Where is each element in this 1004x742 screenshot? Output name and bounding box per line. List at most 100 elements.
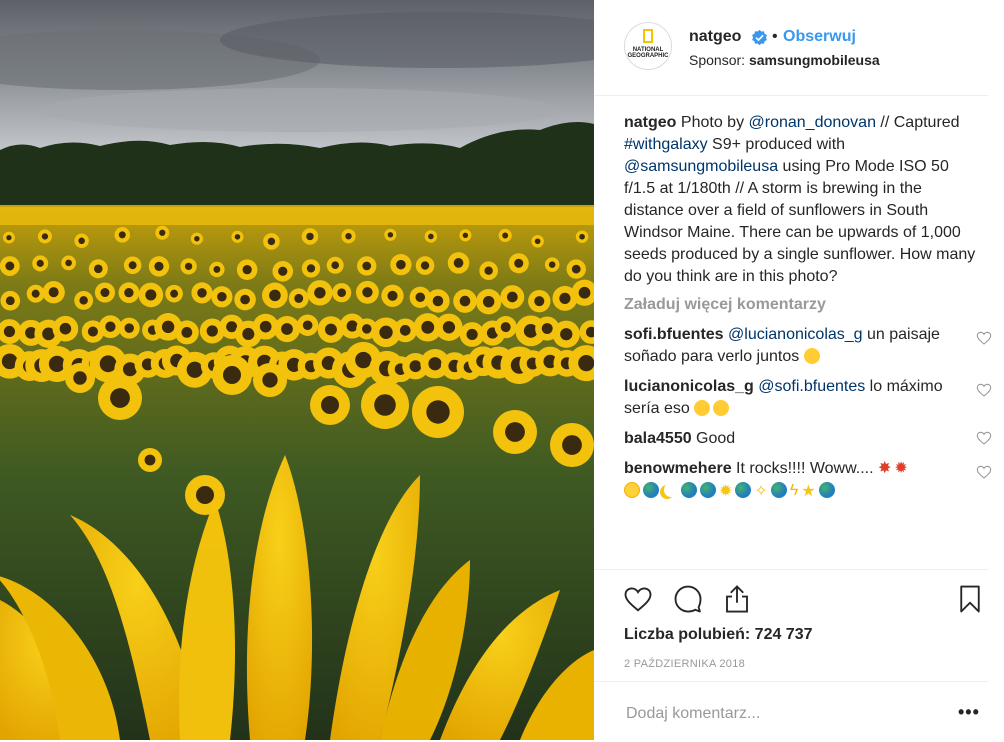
sun-emoji-icon	[624, 482, 640, 498]
sunflower-head	[508, 253, 529, 274]
lightning-emoji-icon: ϟ	[789, 482, 799, 499]
share-icon[interactable]	[722, 584, 752, 614]
separator-dot: •	[772, 28, 778, 45]
mention-link[interactable]: @ronan_donovan	[749, 114, 876, 131]
mention-link[interactable]: @lucianonicolas_g	[728, 326, 863, 343]
sunflower-head	[61, 255, 76, 271]
bookmark-icon[interactable]	[955, 584, 985, 614]
sunflower-head	[500, 285, 525, 309]
sunflower-head	[361, 381, 409, 429]
avatar[interactable]: NATIONAL GEOGRAPHIC	[624, 22, 672, 70]
mention-link[interactable]: @samsungmobileusa	[624, 158, 778, 175]
instagram-post: NATIONAL GEOGRAPHIC natgeo • Obserwuj Sp…	[0, 0, 1004, 740]
sunflower-head	[26, 284, 45, 303]
sunflower-head	[301, 259, 321, 278]
avatar-logo-text: NATIONAL GEOGRAPHIC	[627, 47, 669, 59]
sunflower-head	[52, 315, 79, 342]
sunflower-head	[341, 229, 356, 244]
ufo-emoji-icon	[818, 482, 835, 498]
comment-row: bala4550 Good	[624, 428, 992, 450]
sunflower-head	[65, 363, 95, 393]
sunflower-head	[118, 317, 140, 339]
globe-emoji-icon	[681, 482, 697, 498]
sunflower-head	[191, 282, 213, 304]
sunflower-head	[272, 260, 294, 282]
globe-emoji-icon	[735, 482, 752, 498]
sunflower-head	[355, 280, 379, 304]
sunflower-head	[98, 376, 142, 420]
sunflower-head	[0, 256, 20, 276]
sunflower-head	[88, 259, 108, 279]
sunflower-head	[273, 315, 301, 343]
sunflower-head	[415, 256, 435, 275]
small-heart-icon[interactable]	[976, 382, 992, 398]
sunflower-head	[263, 233, 280, 250]
sponsor-line: Sponsor: samsungmobileusa	[689, 52, 880, 68]
sunflower-head	[253, 363, 287, 397]
collision-emoji-icon: ✹	[894, 460, 908, 477]
sunflower-head	[531, 234, 544, 248]
comment-icon[interactable]	[673, 584, 703, 614]
author-username[interactable]: natgeo	[689, 28, 741, 46]
follow-button[interactable]: Obserwuj	[783, 28, 856, 46]
sunflower-head	[211, 286, 233, 308]
comment-text: It rocks!!!! Woww....	[731, 460, 874, 477]
sunflower-head	[123, 256, 142, 275]
sunflower-head	[231, 230, 244, 243]
sunflower-head	[174, 320, 199, 345]
sunflower-head	[209, 261, 225, 278]
sunflower-head	[74, 233, 89, 249]
sunflower-head	[2, 231, 15, 244]
sunflower-head	[544, 257, 560, 272]
sunflower-head	[42, 281, 65, 304]
sponsor-name-link[interactable]: samsungmobileusa	[749, 52, 880, 68]
hashtag-link[interactable]: #withgalaxy	[624, 136, 708, 153]
sunflower-head	[288, 288, 309, 309]
sunflower-head	[262, 282, 288, 309]
sunflower-head	[447, 252, 470, 274]
heart-icon[interactable]	[623, 584, 653, 614]
comment-row: lucianonicolas_g @sofi.bfuentes lo máxim…	[624, 376, 992, 420]
caption-text-2: // Captured	[875, 114, 960, 131]
post-side-panel: NATIONAL GEOGRAPHIC natgeo • Obserwuj Sp…	[594, 0, 1004, 740]
sunflower-head	[296, 314, 319, 336]
comment-text: Good	[691, 430, 736, 447]
sponsor-label: Sponsor:	[689, 52, 746, 68]
sunflower-head	[37, 229, 52, 244]
sunflower-head	[234, 288, 256, 311]
small-heart-icon[interactable]	[976, 430, 992, 446]
sunflower-head	[310, 385, 350, 425]
natgeo-logo-icon	[643, 29, 653, 43]
more-options-button[interactable]: •••	[958, 702, 980, 723]
moon-emoji-icon	[662, 482, 678, 498]
add-comment-input[interactable]	[624, 704, 928, 724]
sunflower-head	[498, 228, 512, 243]
likes-count[interactable]: Liczba polubień: 724 737	[624, 626, 813, 644]
globe-emoji-icon	[643, 482, 659, 498]
caption-text-4: using Pro Mode ISO 50 f/1.5 at 1/180th /…	[624, 158, 976, 285]
sunflower-head	[94, 282, 115, 303]
sunflower-head	[180, 258, 197, 275]
comment-username[interactable]: benowmehere	[624, 460, 732, 477]
small-heart-icon[interactable]	[976, 330, 992, 346]
sunflower-head	[384, 228, 397, 241]
comment-username[interactable]: lucianonicolas_g	[624, 378, 754, 395]
post-photo[interactable]	[0, 0, 594, 740]
sunflower-head	[479, 261, 498, 281]
sunflower-head	[575, 230, 589, 243]
sunflower-head	[138, 282, 164, 308]
load-more-comments-button[interactable]: Załaduj więcej komentarzy	[624, 294, 980, 316]
sunflower-head	[0, 290, 21, 311]
comment-username[interactable]: bala4550	[624, 430, 692, 447]
globe-emoji-icon	[770, 482, 787, 498]
caption-username[interactable]: natgeo	[624, 114, 676, 131]
sunflower-head	[459, 229, 472, 242]
mention-link[interactable]: @sofi.bfuentes	[758, 378, 865, 395]
small-heart-icon[interactable]	[976, 464, 992, 480]
sunflower-head	[426, 289, 450, 313]
sunflower-head	[301, 228, 319, 245]
comment-username[interactable]: sofi.bfuentes	[624, 326, 724, 343]
sunflower-head	[528, 289, 551, 313]
sunflower-head	[381, 284, 404, 307]
post-actions: Liczba polubień: 724 737 2 PAŹDZIERNIKA …	[594, 569, 988, 741]
